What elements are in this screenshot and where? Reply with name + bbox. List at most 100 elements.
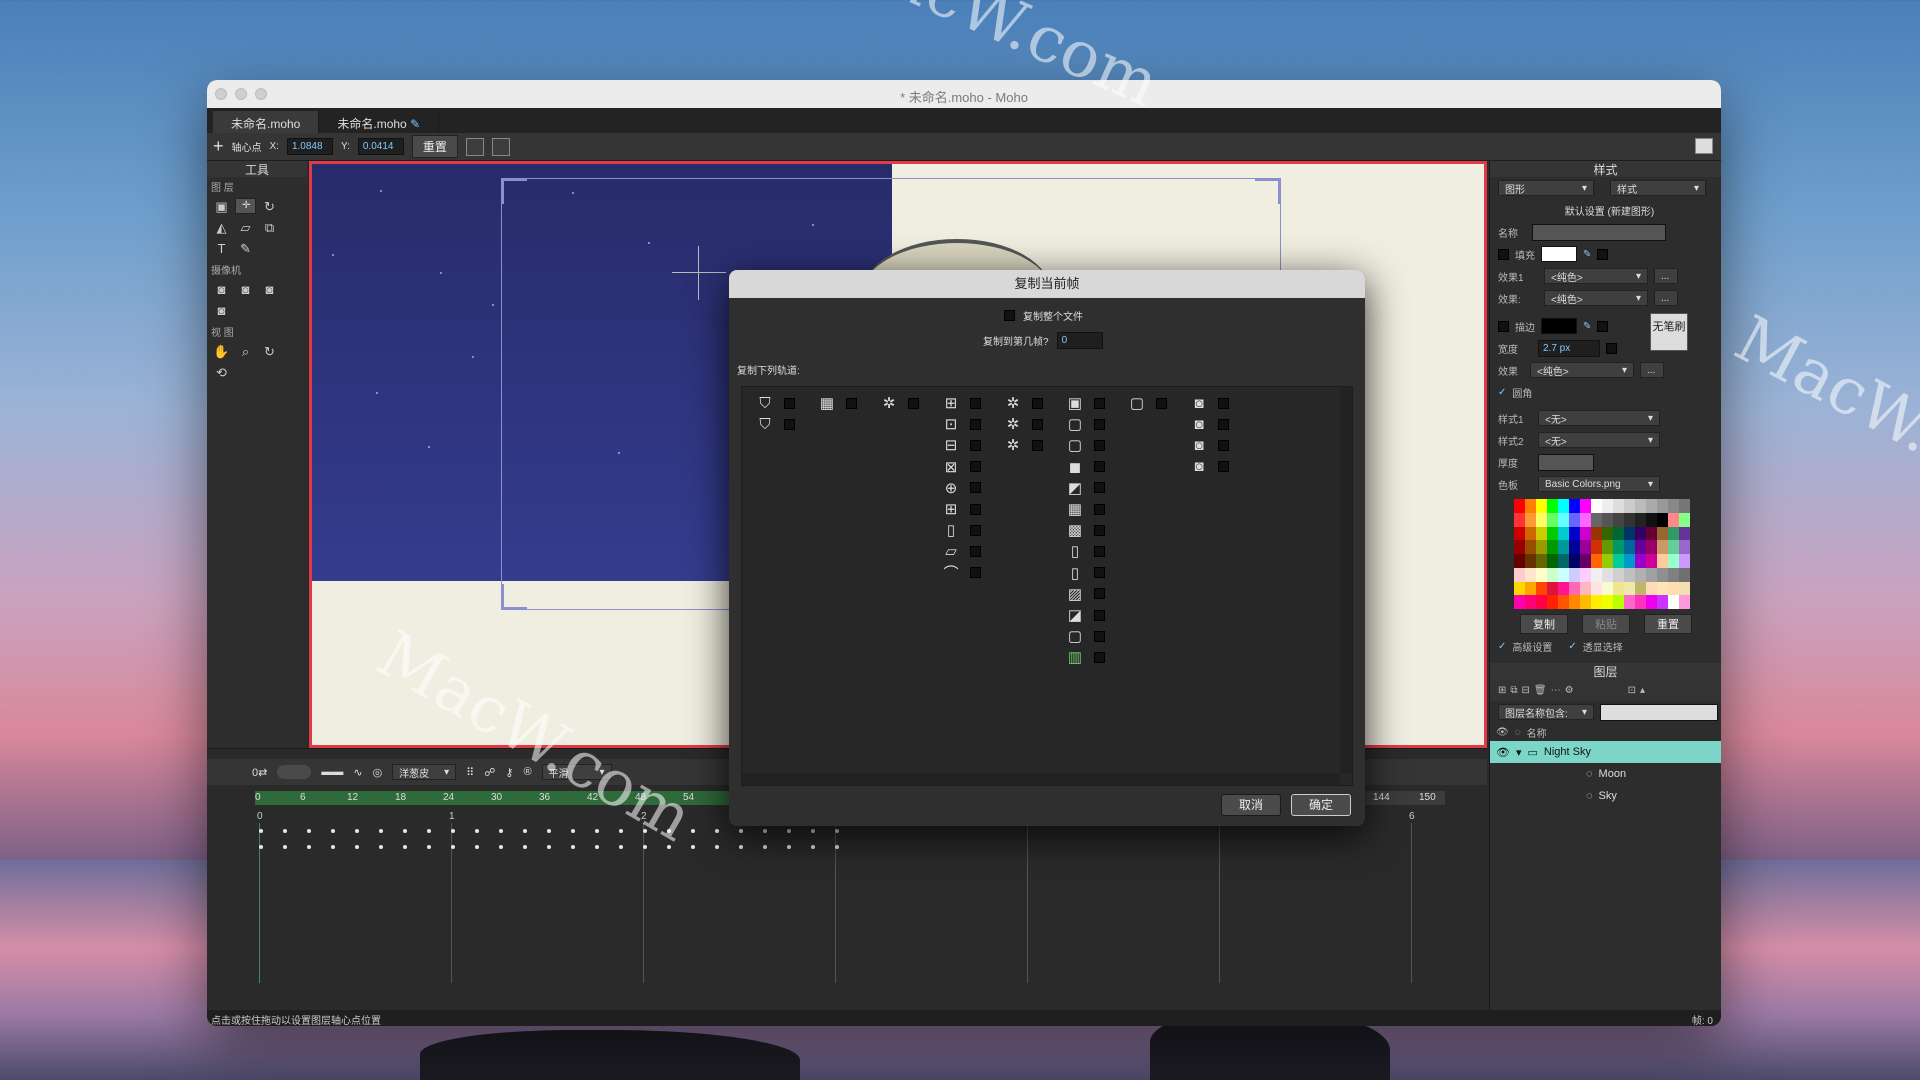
palette-swatch[interactable] [1558,540,1569,554]
fill-checkbox[interactable] [1498,248,1509,260]
palette-swatch[interactable] [1602,595,1613,609]
track-checkbox[interactable] [970,461,981,473]
scale-icon[interactable]: ◭ [211,219,232,237]
palette-swatch[interactable] [1602,540,1613,554]
keyframe-dot[interactable] [499,829,503,833]
stroke-effect-select[interactable]: <纯色> ▾ [1530,362,1634,378]
keyframe-dot[interactable] [571,829,575,833]
track-checkbox[interactable] [970,418,981,430]
track-checkbox[interactable] [1156,397,1167,409]
track-option[interactable]: ◼ [1066,457,1106,477]
track-checkbox[interactable] [1218,439,1229,451]
track-list[interactable]: ⛉ ⛉ ▦ ✲ ⊞ ⊡ ⊟ ⊠ ⊕ ⊞ ▯ ▱ ⌒ ✲ ✲ ✲ ▣ ▢ ▢ ◼ ◩ ▦ ▩ ▯ ▯ ▨ ◪ ▢ ▥ ▢ ◙ ◙ ◙ ◙ [741,386,1353,786]
track-checkbox[interactable] [784,418,795,430]
keyframe-dot[interactable] [619,829,623,833]
track-checkbox[interactable] [970,567,981,579]
track-checkbox[interactable] [908,397,919,409]
effect2-more-button[interactable]: ... [1654,290,1678,306]
camera-zoom-icon[interactable]: ◙ [235,281,256,299]
palette-swatch[interactable] [1525,526,1536,541]
stroke-checkbox[interactable] [1498,320,1509,332]
palette-swatch[interactable] [1668,499,1679,513]
track-option[interactable]: ▢ [1128,393,1168,413]
track-option[interactable]: ▱ [942,541,982,561]
palette-swatch[interactable] [1569,567,1580,582]
palette-swatch[interactable] [1580,581,1591,596]
track-checkbox[interactable] [1094,503,1105,515]
palette-swatch[interactable] [1668,581,1679,596]
track-option[interactable]: ◩ [1066,478,1106,498]
width-field[interactable]: 2.7 px [1538,339,1600,357]
track-checkbox[interactable] [1094,651,1105,663]
palette-swatch[interactable] [1580,554,1591,568]
keyframe-row[interactable] [247,829,947,835]
keyframe-dot[interactable] [307,829,311,833]
palette-swatch[interactable] [1558,512,1569,527]
effect1-more-button[interactable]: ... [1654,268,1678,284]
round-checkbox[interactable]: ✓ [1498,387,1506,398]
collapse-icon[interactable]: ⊡ [1628,685,1636,696]
track-option[interactable]: ⛉ [756,414,796,434]
palette-swatch[interactable] [1514,512,1525,527]
camera-track-icon[interactable]: ◙ [211,281,232,299]
cancel-button[interactable]: 取消 [1221,794,1281,816]
track-option[interactable]: ▨ [1066,584,1106,604]
palette-swatch[interactable] [1558,499,1569,513]
keyframe-dot[interactable] [331,829,335,833]
track-option[interactable]: ▯ [1066,563,1106,583]
keyframe-dot[interactable] [259,845,263,849]
palette-swatch[interactable] [1525,567,1536,582]
palette-swatch[interactable] [1569,512,1580,527]
tab-document-2[interactable]: 未命名.moho ✎ [319,111,440,133]
paste-style-button[interactable]: 粘贴 [1582,614,1630,634]
keyframe-dot[interactable] [667,829,671,833]
layer-settings-icon[interactable]: ⚙ [1565,685,1574,696]
palette-swatch[interactable] [1679,554,1690,568]
palette-swatch[interactable] [1569,581,1580,596]
palette-swatch[interactable] [1525,581,1536,596]
chevron-up-icon[interactable]: ▴ [1640,685,1645,696]
palette-swatch[interactable] [1602,512,1613,527]
track-checkbox[interactable] [846,397,857,409]
palette-swatch[interactable] [1668,512,1679,527]
keyframe-dot[interactable] [283,845,287,849]
palette-swatch[interactable] [1514,526,1525,541]
palette-swatch[interactable] [1580,595,1591,609]
palette-swatch[interactable] [1613,554,1624,568]
palette-swatch[interactable] [1635,526,1646,541]
track-checkbox[interactable] [784,397,795,409]
palette-swatch[interactable] [1602,554,1613,568]
palette-swatch[interactable] [1613,540,1624,554]
palette-swatch[interactable] [1514,581,1525,596]
pivot-crosshair[interactable] [672,246,726,300]
keyframe-dot[interactable] [691,829,695,833]
track-checkbox[interactable] [970,545,981,557]
text-icon[interactable]: T [211,240,232,258]
palette-swatch[interactable] [1580,526,1591,541]
palette-swatch[interactable] [1547,554,1558,568]
palette-swatch[interactable] [1657,567,1668,582]
palette-swatch[interactable] [1679,540,1690,554]
track-option[interactable]: ⊞ [942,499,982,519]
group-layer-icon[interactable]: ⊟ [1522,685,1530,696]
keyframe-dot[interactable] [835,829,839,833]
palette-swatch[interactable] [1536,526,1547,541]
interpolation-select[interactable]: 平滑 ▾ [541,764,612,780]
track-option[interactable]: ⊕ [942,478,982,498]
transform-icon[interactable]: ⧉ [259,219,280,237]
palette-swatch[interactable] [1646,581,1657,596]
track-checkbox[interactable] [1094,588,1105,600]
no-brush-button[interactable]: 无笔刷 [1650,313,1688,351]
palette-swatch[interactable] [1580,540,1591,554]
palette-swatch[interactable] [1536,512,1547,527]
palette-swatch[interactable] [1525,554,1536,568]
keyframe-dot[interactable] [739,829,743,833]
keyframe-dot[interactable] [619,845,623,849]
track-option[interactable]: ⊠ [942,457,982,477]
keyframe-dot[interactable] [331,845,335,849]
advanced-checkbox[interactable]: ✓ [1498,641,1506,652]
keyframe-dot[interactable] [379,845,383,849]
palette-swatch[interactable] [1591,595,1602,609]
keyframe-dot[interactable] [427,829,431,833]
keyframe-dot[interactable] [355,829,359,833]
